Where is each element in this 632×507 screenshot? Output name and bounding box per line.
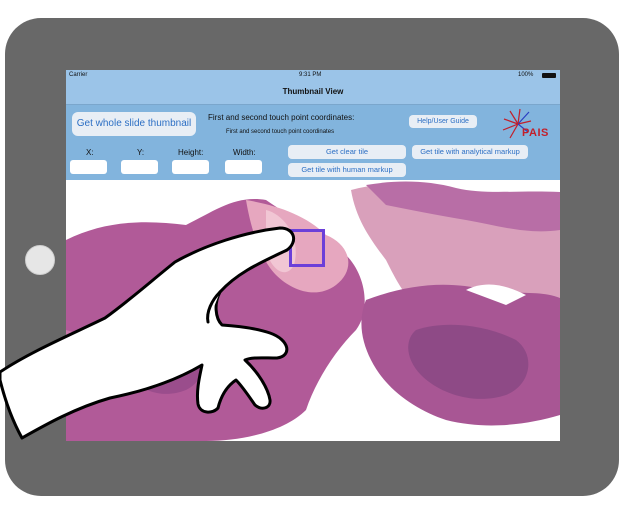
pointing-hand-icon bbox=[0, 226, 296, 440]
